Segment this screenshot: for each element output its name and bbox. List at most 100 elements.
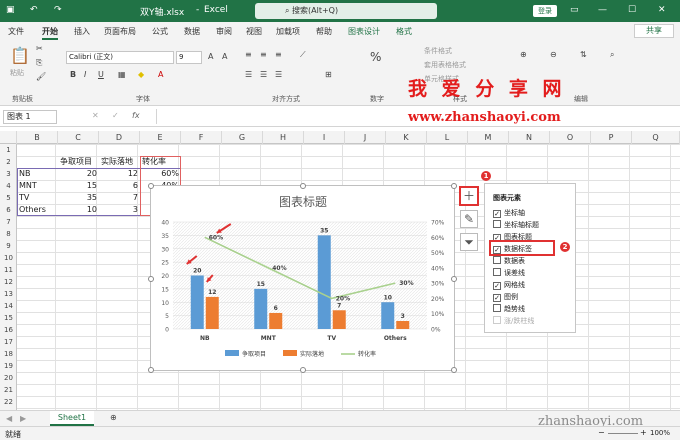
select-all-corner[interactable] xyxy=(0,131,17,144)
col-header[interactable]: H xyxy=(263,131,304,144)
col-header[interactable]: J xyxy=(345,131,386,144)
paste-icon[interactable]: 📋 xyxy=(10,46,30,65)
table-cell[interactable]: NB xyxy=(17,168,58,180)
table-cell[interactable]: Others xyxy=(17,204,58,216)
font-size-select[interactable]: 9 xyxy=(176,51,202,64)
font-color-icon[interactable]: A xyxy=(158,70,163,79)
table-cell[interactable]: 7 xyxy=(99,192,140,204)
panel-item-legend[interactable]: ✓ 图例 xyxy=(493,292,518,302)
checkbox-icon[interactable] xyxy=(493,220,501,228)
ribbon-display-icon[interactable]: ▭ xyxy=(570,5,579,15)
login-button[interactable]: 登录 xyxy=(533,5,557,17)
checkbox-icon[interactable] xyxy=(493,268,501,276)
tab-home[interactable]: 开始 xyxy=(42,26,58,40)
col-header[interactable]: E xyxy=(140,131,181,144)
enter-icon[interactable]: ✓ xyxy=(112,111,119,120)
row-header[interactable]: 14 xyxy=(0,300,17,312)
merge-icon[interactable]: ⊞ xyxy=(325,70,332,79)
maximize-icon[interactable]: ☐ xyxy=(628,5,636,15)
table-format-button[interactable]: 套用表格格式 xyxy=(424,60,466,70)
resize-handle[interactable] xyxy=(300,183,306,189)
row-header[interactable]: 6 xyxy=(0,204,17,216)
align-top-icon[interactable]: ≡ xyxy=(245,50,252,59)
tab-format[interactable]: 格式 xyxy=(396,26,412,37)
table-cell[interactable]: 12 xyxy=(99,168,140,180)
resize-handle[interactable] xyxy=(148,276,154,282)
italic-button[interactable]: I xyxy=(84,70,86,79)
col-header[interactable]: L xyxy=(427,131,468,144)
zoom-slider[interactable] xyxy=(608,433,638,434)
table-cell[interactable]: 15 xyxy=(58,180,99,192)
col-header[interactable]: P xyxy=(591,131,632,144)
prev-sheet-icon[interactable]: ◀ xyxy=(6,414,12,423)
row-header[interactable]: 21 xyxy=(0,384,17,396)
panel-item-axis-titles[interactable]: 坐标轴标题 xyxy=(493,220,539,230)
row-header[interactable]: 2 xyxy=(0,156,17,168)
checkbox-icon[interactable]: ✓ xyxy=(493,282,501,290)
row-header[interactable]: 7 xyxy=(0,216,17,228)
save-icon[interactable]: ▣ xyxy=(6,5,15,15)
row-header[interactable]: 13 xyxy=(0,288,17,300)
table-cell[interactable]: 35 xyxy=(58,192,99,204)
table-cell[interactable]: TV xyxy=(17,192,58,204)
conditional-format-button[interactable]: 条件格式 xyxy=(424,46,452,56)
function-icon[interactable]: fx xyxy=(132,111,140,120)
delete-cells-icon[interactable]: ⊖ xyxy=(550,50,557,59)
align-right-icon[interactable]: ☰ xyxy=(275,70,282,79)
col-header[interactable]: K xyxy=(386,131,427,144)
insert-cells-icon[interactable]: ⊕ xyxy=(520,50,527,59)
zoom-level[interactable]: 100% xyxy=(650,429,670,437)
tab-data[interactable]: 数据 xyxy=(184,26,200,37)
table-header[interactable]: 争取项目 xyxy=(58,156,99,168)
chart[interactable]: 图表标题 40 35 30 25 20 15 10 5 0 70% 60% 50% 40% 30% 20% 1… xyxy=(148,183,457,373)
row-header[interactable]: 4 xyxy=(0,180,17,192)
panel-item-gridlines[interactable]: ✓ 网格线 xyxy=(493,280,525,290)
resize-handle[interactable] xyxy=(451,367,457,373)
redo-icon[interactable]: ↷ xyxy=(54,5,62,15)
zoom-out-icon[interactable]: − xyxy=(598,428,605,437)
table-header[interactable]: 转化率 xyxy=(140,156,181,168)
grow-font-icon[interactable]: A xyxy=(208,52,213,61)
row-header[interactable]: 12 xyxy=(0,276,17,288)
chart-filter-button[interactable]: ⏷ xyxy=(460,233,478,251)
row-header[interactable]: 15 xyxy=(0,312,17,324)
tab-file[interactable]: 文件 xyxy=(8,26,24,37)
table-cell[interactable]: 20 xyxy=(58,168,99,180)
col-header[interactable]: O xyxy=(550,131,591,144)
checkbox-icon[interactable] xyxy=(493,256,501,264)
align-center-icon[interactable]: ☰ xyxy=(260,70,267,79)
row-header[interactable]: 20 xyxy=(0,372,17,384)
panel-item-error-bars[interactable]: 误差线 xyxy=(493,268,525,278)
col-header[interactable]: I xyxy=(304,131,345,144)
tab-addins[interactable]: 加载项 xyxy=(276,26,300,37)
row-header[interactable]: 1 xyxy=(0,144,17,156)
align-middle-icon[interactable]: ≡ xyxy=(260,50,267,59)
cut-icon[interactable]: ✂ xyxy=(36,44,43,53)
copy-icon[interactable]: ⎘ xyxy=(36,58,42,68)
font-name-select[interactable]: Calibri (正文) xyxy=(66,51,174,64)
close-icon[interactable]: ✕ xyxy=(658,5,666,15)
border-icon[interactable]: ▦ xyxy=(118,70,126,79)
row-header[interactable]: 19 xyxy=(0,360,17,372)
table-header[interactable]: 实际落地 xyxy=(99,156,140,168)
align-bottom-icon[interactable]: ≡ xyxy=(275,50,282,59)
panel-item-data-table[interactable]: 数据表 xyxy=(493,256,525,266)
row-header[interactable]: 10 xyxy=(0,252,17,264)
col-header[interactable]: D xyxy=(99,131,140,144)
name-box[interactable]: 图表 1 xyxy=(3,110,57,124)
panel-item-axes[interactable]: ✓ 坐标轴 xyxy=(493,208,525,218)
resize-handle[interactable] xyxy=(148,367,154,373)
col-header[interactable]: N xyxy=(509,131,550,144)
col-header[interactable]: M xyxy=(468,131,509,144)
tab-help[interactable]: 帮助 xyxy=(316,26,332,37)
search-box[interactable]: ⌕ 搜索(Alt+Q) xyxy=(255,3,437,19)
row-header[interactable]: 5 xyxy=(0,192,17,204)
zoom-in-icon[interactable]: + xyxy=(640,428,647,437)
row-header[interactable]: 9 xyxy=(0,240,17,252)
sheet-tab[interactable]: Sheet1 xyxy=(50,411,94,426)
cancel-icon[interactable]: ✕ xyxy=(92,111,99,120)
sort-filter-icon[interactable]: ⇅ xyxy=(580,50,587,59)
tab-insert[interactable]: 插入 xyxy=(74,26,90,37)
chart-styles-button[interactable]: ✎ xyxy=(460,210,478,228)
number-format-button[interactable]: % xyxy=(370,50,381,64)
